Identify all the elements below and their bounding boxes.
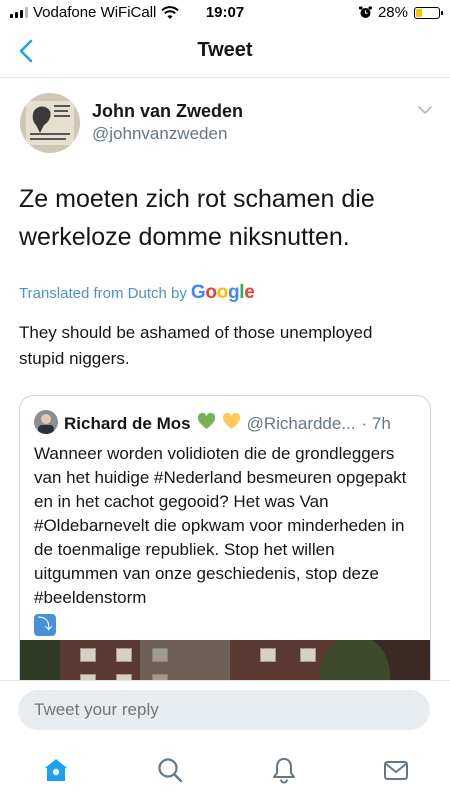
translated-by-link[interactable]: Translated from Dutch by Google [19,282,255,304]
author-name[interactable]: John van Zweden [92,101,243,122]
notifications-icon[interactable] [270,756,298,784]
home-icon[interactable] [42,756,70,784]
quote-author-handle: @Richardde... [246,414,356,433]
google-logo: Google [190,282,255,303]
battery-icon [414,6,443,19]
tab-bar [0,740,450,800]
battery-percent: 28% [377,4,408,21]
battery-level [416,8,423,17]
translated-text: They should be ashamed of those unemploy… [19,323,373,368]
arrow-down-emoji-icon: ⤵ [34,613,56,636]
chevron-left-icon[interactable] [14,36,40,66]
quote-author-name: Richard de Mos [64,414,191,433]
page-title: Tweet [197,39,253,61]
author-handle[interactable]: @johnvanzweden [92,124,227,144]
quote-header: Richard de Mos @Richardde... · 7h [64,412,391,436]
status-right: 28% [358,4,443,21]
messages-icon[interactable] [382,756,410,784]
green-heart-icon [197,412,216,436]
alarm-icon [358,6,372,18]
quote-author-avatar [34,410,58,434]
search-icon[interactable] [156,756,184,784]
quoted-tweet[interactable]: Richard de Mos @Richardde... · 7h Wannee… [19,395,431,725]
chevron-down-icon[interactable] [416,103,434,117]
tweet-header: Tweet [0,26,450,78]
status-bar: Vodafone WiFiCall 19:07 28% [0,0,450,26]
translated-label: Translated from Dutch by [19,284,187,302]
yellow-heart-icon [222,412,241,436]
reply-bar [0,680,450,732]
quote-timestamp: · 7h [361,414,391,433]
author-avatar[interactable] [20,93,80,153]
reply-input[interactable] [18,690,430,730]
quote-text: Wanneer worden volidioten die de grondle… [34,442,418,636]
tweet-text: Ze moeten zich rot schamen die werkeloze… [19,185,375,251]
quote-body: Wanneer worden volidioten die de grondle… [34,444,407,607]
